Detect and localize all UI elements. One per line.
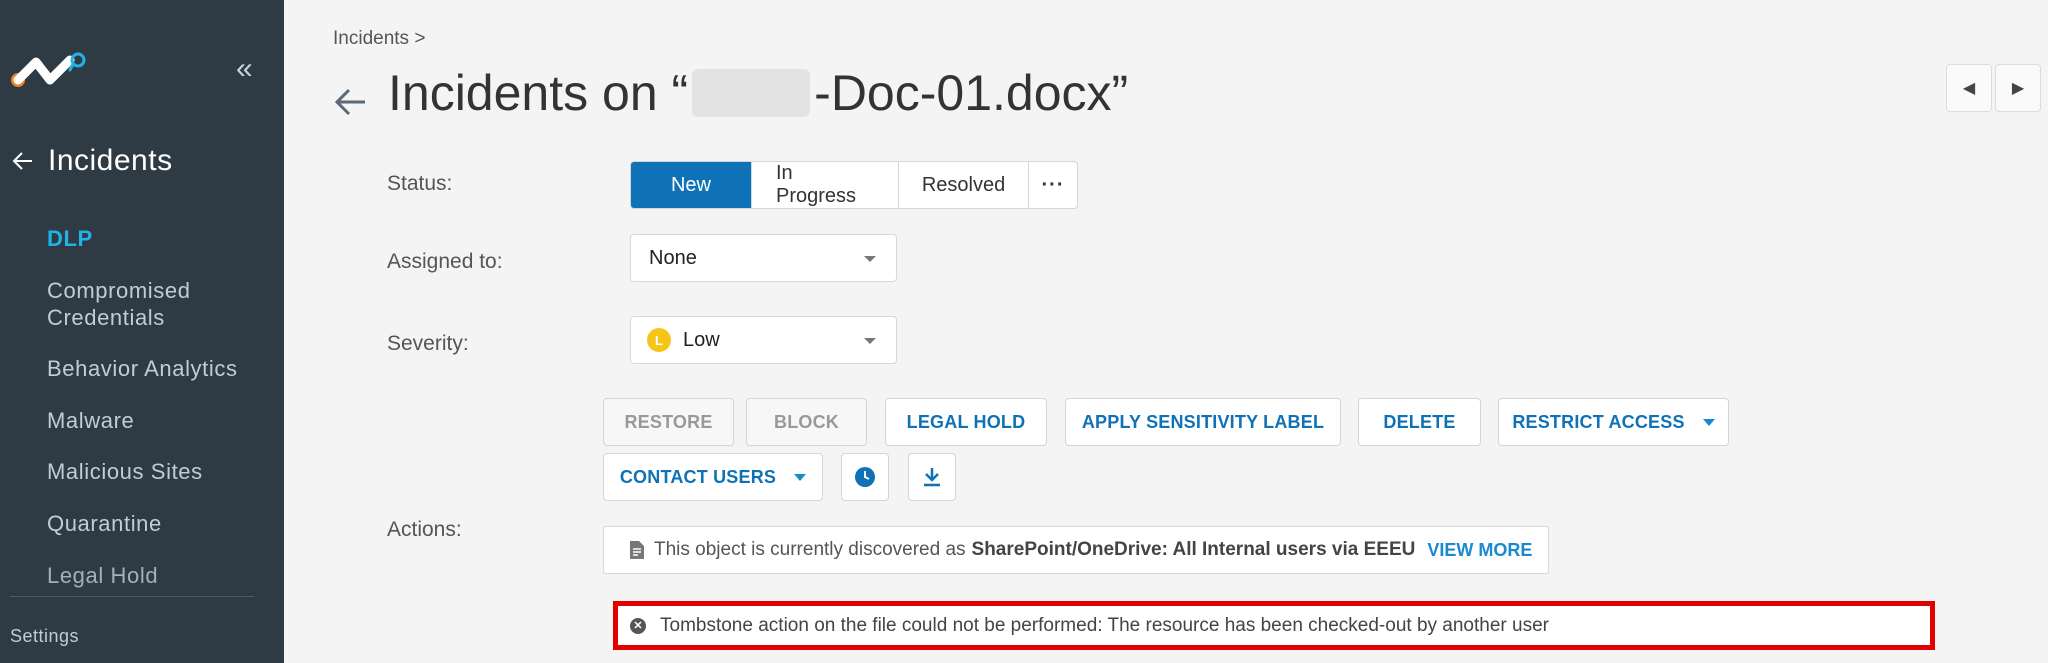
status-resolved-button[interactable]: Resolved (899, 162, 1029, 208)
legal-hold-button[interactable]: LEGAL HOLD (885, 398, 1047, 446)
sidebar-item-legal-hold[interactable]: Legal Hold (47, 562, 158, 589)
error-icon: ✕ (630, 617, 646, 634)
caret-down-icon (864, 256, 876, 262)
sidebar-item-settings[interactable]: Settings (10, 626, 79, 647)
contact-users-label: CONTACT USERS (619, 466, 777, 487)
severity-dropdown[interactable]: L Low (630, 316, 897, 364)
history-button[interactable] (841, 453, 889, 501)
previous-incident-button[interactable]: ◀ (1946, 64, 1992, 112)
view-more-link[interactable]: VIEW MORE (1427, 540, 1532, 561)
error-text: Tombstone action on the file could not b… (660, 614, 1549, 636)
double-chevron-left-icon[interactable]: « (236, 54, 253, 84)
error-message-bar: ✕ Tombstone action on the file could not… (613, 601, 1935, 650)
discovery-info-bar: This object is currently discovered as S… (603, 526, 1549, 574)
sidebar: « Incidents DLP Compromised Credentials … (0, 0, 284, 663)
redacted-filename (692, 69, 811, 117)
download-button[interactable] (908, 453, 956, 501)
sidebar-divider (10, 596, 254, 597)
block-button[interactable]: BLOCK (746, 398, 867, 446)
assigned-value: None (649, 246, 697, 269)
severity-value: Low (683, 328, 720, 351)
sidebar-back-incidents[interactable]: Incidents (10, 144, 173, 178)
restore-button[interactable]: RESTORE (603, 398, 734, 446)
back-arrow-icon[interactable] (333, 84, 369, 120)
caret-down-icon (794, 473, 807, 481)
caret-down-icon (1702, 418, 1715, 426)
status-in-progress-button[interactable]: In Progress (752, 162, 899, 208)
assigned-label: Assigned to: (387, 250, 503, 273)
status-label: Status: (387, 172, 453, 195)
title-prefix: Incidents on “ (388, 65, 689, 121)
caret-right-icon: ▶ (2011, 80, 2025, 97)
severity-low-icon: L (647, 328, 671, 352)
clock-icon (855, 467, 875, 487)
sidebar-back-label: Incidents (48, 144, 173, 177)
page-title: Incidents on “ -Doc-01.docx” (388, 64, 1128, 122)
netskope-logo[interactable] (10, 48, 86, 94)
info-text: This object is currently discovered as (654, 539, 966, 560)
apply-sensitivity-label-button[interactable]: APPLY SENSITIVITY LABEL (1065, 398, 1341, 446)
info-bold-text: SharePoint/OneDrive: All Internal users … (971, 539, 1416, 560)
assigned-dropdown[interactable]: None (630, 234, 897, 282)
caret-left-icon: ◀ (1962, 80, 1976, 97)
breadcrumb[interactable]: Incidents > (333, 28, 425, 50)
restrict-access-button[interactable]: RESTRICT ACCESS (1498, 398, 1729, 446)
title-suffix: -Doc-01.docx” (814, 65, 1129, 121)
contact-users-button[interactable]: CONTACT USERS (603, 453, 823, 501)
document-icon (630, 541, 644, 559)
arrow-left-icon (12, 152, 32, 170)
delete-button[interactable]: DELETE (1358, 398, 1481, 446)
sidebar-item-quarantine[interactable]: Quarantine (47, 510, 162, 537)
sidebar-item-compromised-credentials[interactable]: Compromised Credentials (47, 277, 191, 331)
status-more-button[interactable]: ··· (1029, 162, 1077, 208)
status-new-button[interactable]: New (631, 162, 752, 208)
sidebar-item-malware[interactable]: Malware (47, 407, 134, 434)
sidebar-item-malicious-sites[interactable]: Malicious Sites (47, 458, 203, 485)
sidebar-item-behavior-analytics[interactable]: Behavior Analytics (47, 355, 238, 382)
actions-label: Actions: (387, 518, 462, 541)
download-icon (924, 468, 940, 487)
status-segmented-control: New In Progress Resolved ··· (630, 161, 1078, 209)
severity-label: Severity: (387, 332, 469, 355)
caret-down-icon (864, 338, 876, 344)
restrict-access-label: RESTRICT ACCESS (1512, 411, 1685, 432)
next-incident-button[interactable]: ▶ (1995, 64, 2041, 112)
sidebar-item-dlp[interactable]: DLP (47, 225, 93, 252)
